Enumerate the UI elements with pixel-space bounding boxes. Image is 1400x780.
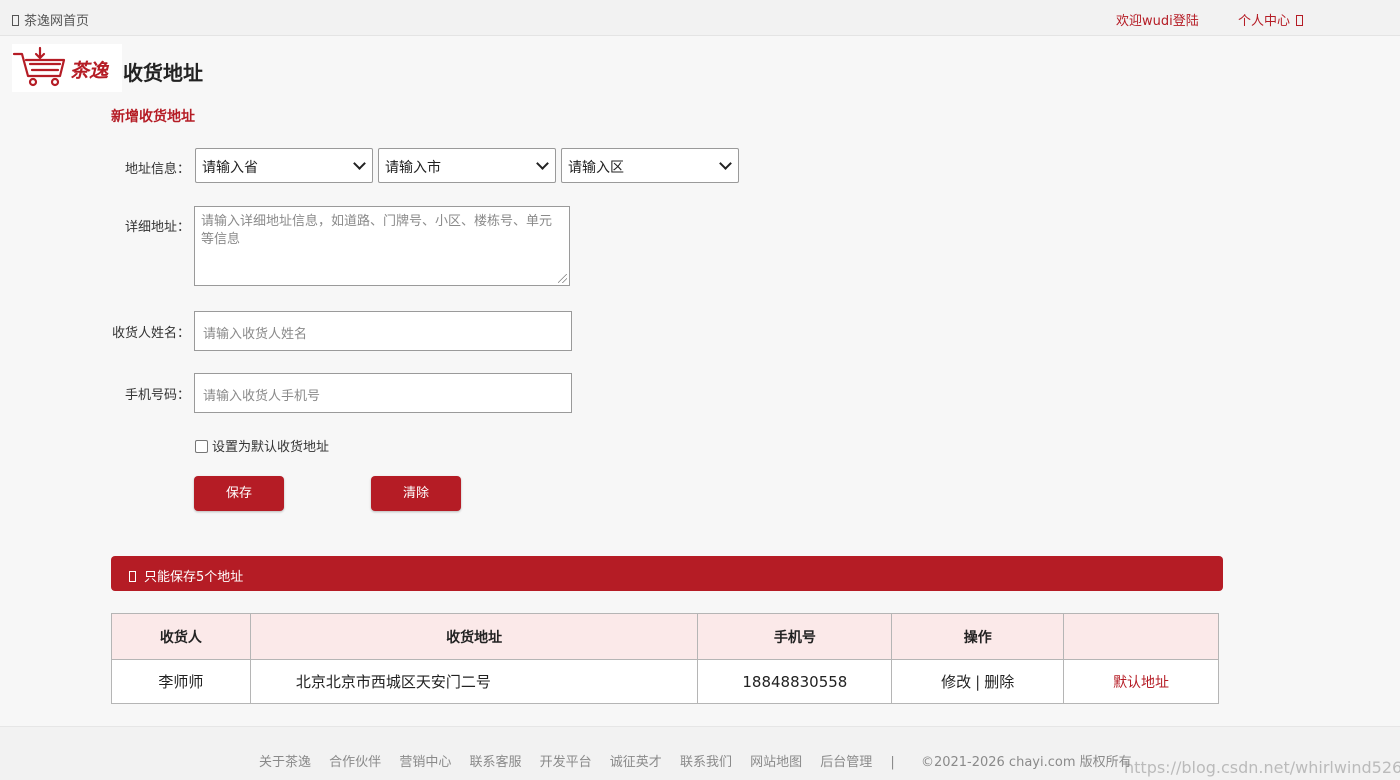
default-address-checkbox-label: 设置为默认收货地址 bbox=[212, 440, 330, 455]
detail-address-textarea[interactable]: 请输入详细地址信息，如道路、门牌号、小区、楼栋号、单元等信息 bbox=[194, 206, 570, 286]
page-title: 收货地址 bbox=[123, 61, 203, 85]
column-header-receiver: 收货人 bbox=[111, 613, 251, 660]
footer-link-careers[interactable]: 诚征英才 bbox=[610, 755, 662, 770]
welcome-text: 欢迎wudi登陆 bbox=[1116, 14, 1199, 29]
province-select-value: 请输入省 bbox=[202, 160, 258, 176]
footer-link-dev-platform[interactable]: 开发平台 bbox=[540, 755, 592, 770]
watermark: https://blog.csdn.net/whirlwind526 bbox=[1124, 758, 1400, 777]
chevron-down-icon bbox=[719, 157, 732, 170]
address-limit-text: 只能保存5个地址 bbox=[144, 570, 244, 585]
personal-center-link[interactable]: 个人中心 bbox=[1238, 10, 1304, 29]
save-button[interactable]: 保存 bbox=[194, 476, 284, 511]
table-row: 李师师 北京北京市西城区天安门二号 18848830558 修改 | 删除 默认地址 bbox=[111, 659, 1219, 704]
column-header-phone: 手机号 bbox=[697, 613, 893, 660]
action-separator: | bbox=[975, 673, 981, 691]
site-logo[interactable]: 茶逸 bbox=[12, 44, 122, 92]
footer-link-marketing[interactable]: 营销中心 bbox=[399, 755, 451, 770]
user-icon bbox=[1296, 15, 1304, 26]
footer-link-contact[interactable]: 联系我们 bbox=[680, 755, 732, 770]
column-header-default bbox=[1063, 613, 1219, 660]
phone-input[interactable]: 请输入收货人手机号 bbox=[194, 373, 572, 413]
detail-address-placeholder: 请输入详细地址信息，如道路、门牌号、小区、楼栋号、单元等信息 bbox=[201, 214, 553, 247]
home-link-label: 茶逸网首页 bbox=[24, 14, 90, 29]
phone-cell: 18848830558 bbox=[697, 659, 893, 704]
phone-placeholder: 请输入收货人手机号 bbox=[203, 389, 321, 404]
footer-link-admin[interactable]: 后台管理 bbox=[820, 755, 872, 770]
footer-link-support[interactable]: 联系客服 bbox=[469, 755, 521, 770]
clear-button[interactable]: 清除 bbox=[371, 476, 461, 511]
home-icon bbox=[12, 15, 19, 26]
logo-text: 茶逸 bbox=[70, 60, 110, 82]
province-select[interactable]: 请输入省 bbox=[195, 148, 373, 183]
personal-center-label: 个人中心 bbox=[1238, 14, 1291, 29]
edit-link[interactable]: 修改 bbox=[941, 673, 971, 691]
info-icon bbox=[129, 571, 136, 582]
column-header-address: 收货地址 bbox=[249, 613, 699, 660]
region-label: 地址信息： bbox=[124, 162, 190, 177]
cart-logo-icon: 茶逸 bbox=[12, 46, 110, 87]
default-address-checkbox[interactable] bbox=[195, 440, 208, 453]
home-link[interactable]: 茶逸网首页 bbox=[12, 10, 89, 29]
address-cell: 北京北京市西城区天安门二号 bbox=[249, 659, 699, 704]
footer-divider: | bbox=[890, 755, 895, 770]
footer-links: 关于茶逸 合作伙伴 营销中心 联系客服 开发平台 诚征英才 联系我们 网站地图 … bbox=[259, 751, 1146, 770]
footer-link-about[interactable]: 关于茶逸 bbox=[259, 755, 311, 770]
default-address-option[interactable]: 设置为默认收货地址 bbox=[195, 436, 329, 455]
address-table: 收货人 收货地址 手机号 操作 李师师 北京北京市西城区天安门二号 188488… bbox=[111, 613, 1219, 704]
receiver-name-cell: 李师师 bbox=[111, 659, 251, 704]
copyright-text: ©2021-2026 chayi.com 版权所有 bbox=[920, 755, 1132, 770]
section-title: 新增收货地址 bbox=[111, 109, 195, 125]
column-header-actions: 操作 bbox=[891, 613, 1065, 660]
address-limit-notice: 只能保存5个地址 bbox=[111, 556, 1223, 591]
footer-link-partners[interactable]: 合作伙伴 bbox=[329, 755, 381, 770]
table-header-row: 收货人 收货地址 手机号 操作 bbox=[111, 613, 1219, 660]
resize-handle[interactable] bbox=[558, 274, 567, 283]
delete-link[interactable]: 删除 bbox=[984, 673, 1014, 691]
top-bar: 茶逸网首页 欢迎wudi登陆 个人中心 bbox=[0, 0, 1400, 36]
phone-label: 手机号码： bbox=[124, 388, 190, 403]
receiver-name-placeholder: 请输入收货人姓名 bbox=[203, 327, 308, 342]
footer-link-sitemap[interactable]: 网站地图 bbox=[750, 755, 802, 770]
receiver-name-label: 收货人姓名： bbox=[111, 326, 190, 341]
chevron-down-icon bbox=[536, 157, 549, 170]
detail-address-label: 详细地址： bbox=[124, 220, 190, 235]
receiver-name-input[interactable]: 请输入收货人姓名 bbox=[194, 311, 572, 351]
chevron-down-icon bbox=[353, 157, 366, 170]
actions-cell: 修改 | 删除 bbox=[891, 659, 1065, 704]
default-cell: 默认地址 bbox=[1063, 659, 1219, 704]
district-select[interactable]: 请输入区 bbox=[561, 148, 739, 183]
district-select-value: 请输入区 bbox=[568, 160, 624, 176]
default-address-link[interactable]: 默认地址 bbox=[1113, 675, 1169, 691]
city-select[interactable]: 请输入市 bbox=[378, 148, 556, 183]
city-select-value: 请输入市 bbox=[385, 160, 441, 176]
